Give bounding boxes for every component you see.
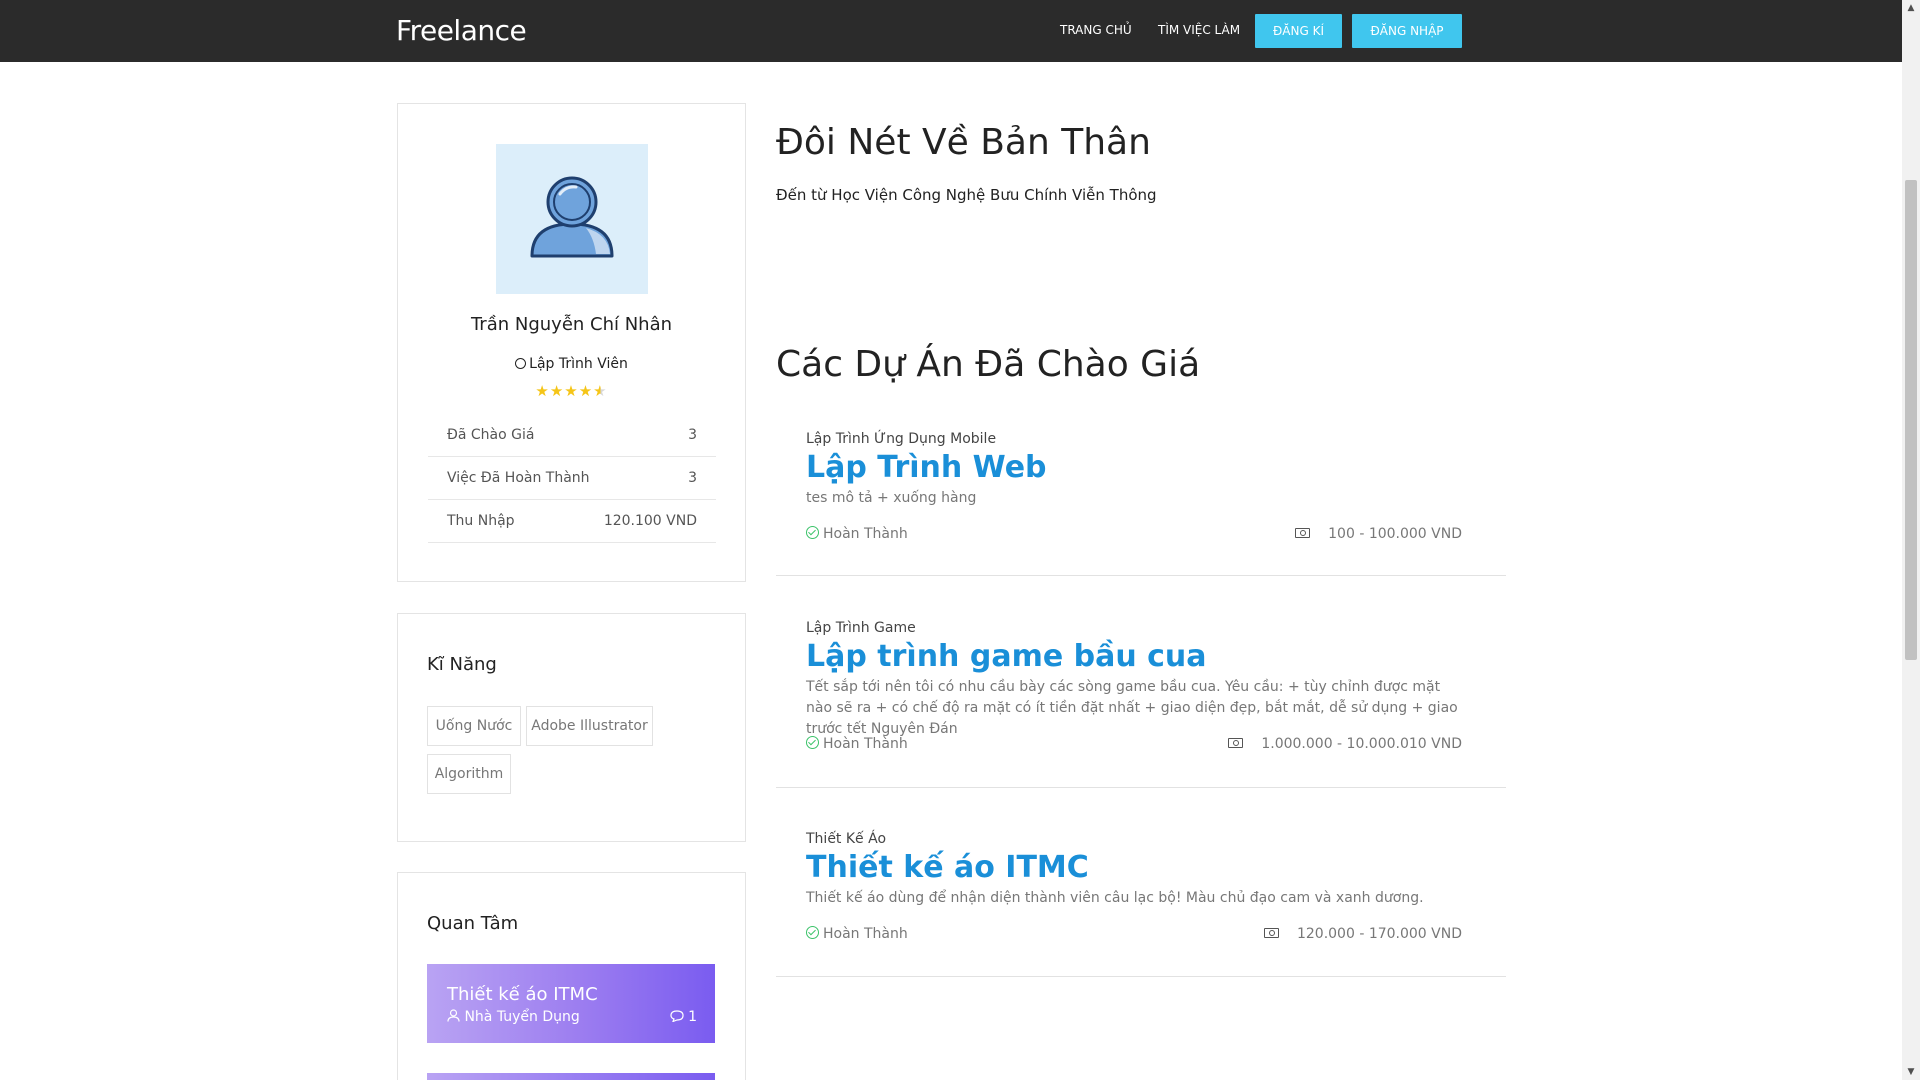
project-title-link[interactable]: Lập Trình Web: [806, 450, 1047, 485]
money-icon: [1263, 928, 1279, 938]
skill-tag[interactable]: Adobe Illustrator: [526, 706, 653, 746]
stat-label: Thu Nhập: [447, 513, 515, 529]
project-category: Lập Trình Ứng Dụng Mobile: [806, 431, 997, 447]
star-icon: ★: [578, 382, 594, 400]
interest-item-title[interactable]: Thiết kế áo ITMC: [447, 984, 598, 1005]
projects-heading: Các Dự Án Đã Chào Giá: [776, 344, 1201, 385]
comment-icon: [670, 1010, 684, 1023]
project-budget: 100 - 100.000 VND: [1295, 526, 1462, 542]
stat-row-bids: Đã Chào Giá 3: [428, 414, 716, 457]
project-budget-label: 100 - 100.000 VND: [1328, 526, 1462, 542]
interest-item-owner: Nhà Tuyển Dụng: [447, 1009, 580, 1025]
project-item: Thiết Kế Áo Thiết kế áo ITMC Thiết kế áo…: [776, 814, 1506, 977]
project-category: Thiết Kế Áo: [806, 831, 887, 847]
interest-item-partial[interactable]: [427, 1073, 715, 1080]
check-circle-icon: [806, 736, 819, 749]
user-icon: [447, 1009, 460, 1022]
interest-comments: 1: [670, 1009, 697, 1025]
half-star-icon: ★: [593, 382, 608, 400]
project-description: Tết sắp tới nên tôi có nhu cầu bày các s…: [806, 679, 1458, 737]
project-status: Hoàn Thành: [806, 526, 908, 542]
interest-card: Quan Tâm Thiết kế áo ITMC Nhà Tuyển Dụng…: [397, 872, 746, 1080]
stat-row-completed: Việc Đã Hoàn Thành 3: [428, 457, 716, 500]
project-title-link[interactable]: Thiết kế áo ITMC: [806, 850, 1089, 885]
profile-name: Trần Nguyễn Chí Nhân: [470, 314, 673, 335]
project-status: Hoàn Thành: [806, 736, 908, 752]
check-circle-icon: [806, 926, 819, 939]
project-title-link[interactable]: Lập trình game bầu cua: [806, 639, 1207, 674]
skill-tag[interactable]: Algorithm: [427, 754, 511, 794]
top-navbar: Freelance TRANG CHỦ TÌM VIỆC LÀM ĐĂNG KÍ…: [0, 0, 1902, 62]
interest-title: Quan Tâm: [427, 913, 519, 934]
scrollbar-thumb[interactable]: [1905, 180, 1917, 660]
about-heading: Đôi Nét Về Bản Thân: [776, 122, 1151, 163]
project-status-label: Hoàn Thành: [823, 526, 908, 542]
user-avatar-icon: [530, 176, 614, 258]
interest-item[interactable]: Thiết kế áo ITMC Nhà Tuyển Dụng 1: [427, 964, 715, 1043]
project-status: Hoàn Thành: [806, 926, 908, 942]
nav-find-jobs-link[interactable]: TÌM VIỆC LÀM: [1158, 23, 1240, 37]
project-budget: 120.000 - 170.000 VND: [1263, 926, 1462, 942]
profile-role-label: Lập Trình Viên: [529, 356, 628, 372]
project-category: Lập Trình Game: [806, 620, 916, 636]
about-text: Đến từ Học Viện Công Nghệ Bưu Chính Viễn…: [776, 186, 1157, 204]
rating-stars: ★★★★★: [398, 382, 745, 400]
stat-label: Việc Đã Hoàn Thành: [447, 470, 590, 486]
stat-value: 120.100 VND: [603, 513, 697, 529]
stat-value: 3: [688, 427, 697, 443]
nav-home-link[interactable]: TRANG CHỦ: [1060, 23, 1132, 37]
money-icon: [1295, 528, 1311, 538]
star-icon: ★: [564, 382, 579, 400]
scroll-up-icon[interactable]: ▲: [1906, 3, 1916, 13]
project-status-label: Hoàn Thành: [823, 926, 908, 942]
star-icon: ★: [549, 382, 565, 400]
project-budget-label: 120.000 - 170.000 VND: [1296, 926, 1462, 942]
scroll-down-icon[interactable]: ▼: [1906, 1067, 1916, 1077]
skills-card: Kĩ Năng Uống Nước Adobe Illustrator Algo…: [397, 613, 746, 842]
skill-tag[interactable]: Uống Nước: [427, 706, 521, 746]
project-status-label: Hoàn Thành: [823, 736, 908, 752]
project-item: Lập Trình Ứng Dụng Mobile Lập Trình Web …: [776, 414, 1506, 576]
stat-value: 3: [688, 470, 697, 486]
project-budget-label: 1.000.000 - 10.000.010 VND: [1261, 736, 1462, 752]
check-circle-icon: [806, 526, 819, 539]
money-icon: [1228, 738, 1244, 748]
stat-label: Đã Chào Giá: [447, 427, 535, 443]
profile-card: Trần Nguyễn Chí Nhân Lập Trình Viên ★★★★…: [397, 103, 746, 582]
project-description: Thiết kế áo dùng để nhận diện thành viên…: [806, 890, 1424, 906]
comment-count: 1: [688, 1009, 697, 1025]
project-budget: 1.000.000 - 10.000.010 VND: [1228, 736, 1462, 752]
register-button[interactable]: ĐĂNG KÍ: [1255, 14, 1342, 48]
star-icon: ★: [535, 382, 550, 400]
profile-role: Lập Trình Viên: [398, 356, 745, 372]
login-button[interactable]: ĐĂNG NHẬP: [1352, 14, 1462, 48]
circle-icon: [515, 358, 527, 369]
project-item: Lập Trình Game Lập trình game bầu cua Tế…: [776, 603, 1506, 788]
project-description: tes mô tả + xuống hàng: [806, 490, 977, 506]
stat-row-income: Thu Nhập 120.100 VND: [428, 500, 716, 543]
avatar: [496, 144, 648, 294]
skills-title: Kĩ Năng: [427, 654, 497, 675]
interest-owner-label: Nhà Tuyển Dụng: [464, 1009, 580, 1025]
brand-logo[interactable]: Freelance: [396, 14, 527, 47]
